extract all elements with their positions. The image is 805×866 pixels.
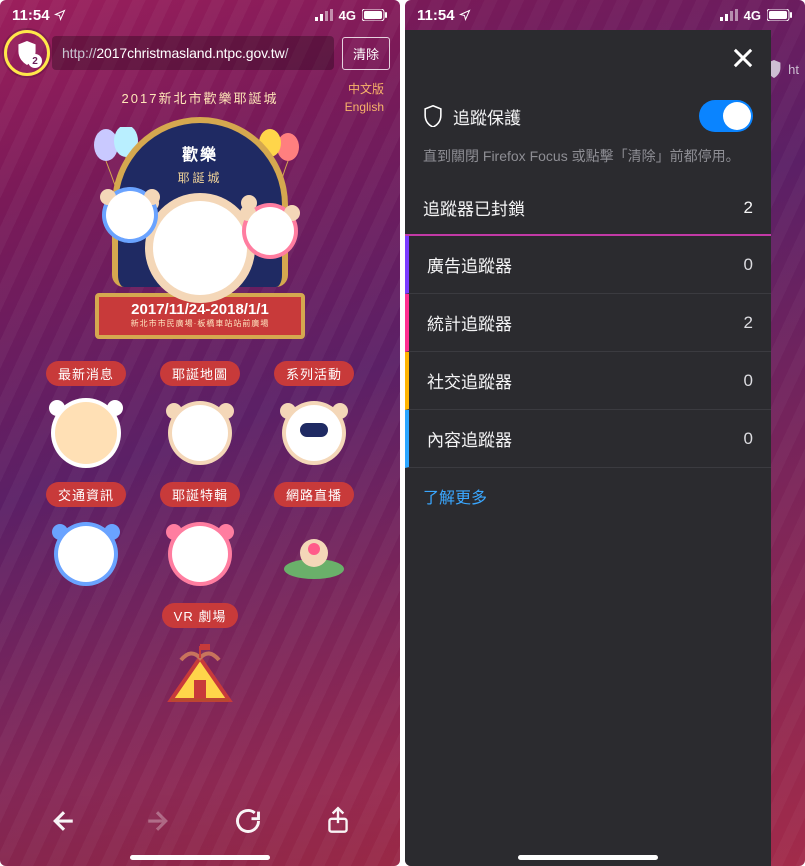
tracker-label: 內容追蹤器 xyxy=(427,426,512,451)
shield-icon xyxy=(423,105,443,127)
status-network: 4G xyxy=(339,8,356,23)
tracker-row[interactable]: 內容追蹤器 0 xyxy=(405,410,771,468)
menu-label: 系列活動 xyxy=(274,361,354,386)
tent-icon xyxy=(161,640,239,710)
share-button[interactable] xyxy=(325,806,351,841)
location-icon xyxy=(54,9,66,21)
date-range: 2017/11/24-2018/1/1 xyxy=(99,301,301,318)
home-indicator[interactable] xyxy=(518,855,658,860)
protection-note: 直到關閉 Firefox Focus 或點擊「清除」前都停用。 xyxy=(405,146,771,181)
learn-more-link[interactable]: 了解更多 xyxy=(405,468,771,524)
menu-item-vr[interactable]: VR 劇場 xyxy=(161,603,239,714)
location-icon xyxy=(459,9,471,21)
tracking-protection-sheet: 追蹤保護 直到關閉 Firefox Focus 或點擊「清除」前都停用。 追蹤器… xyxy=(405,30,771,866)
url-bar-peek: ht xyxy=(766,60,799,78)
shield-count-badge: 2 xyxy=(28,54,42,68)
tracker-label: 社交追蹤器 xyxy=(427,368,512,393)
url-field[interactable]: http://2017christmasland.ntpc.gov.tw/ xyxy=(52,36,334,70)
menu-label: 交通資訊 xyxy=(46,482,126,507)
status-network: 4G xyxy=(744,8,761,23)
protection-toggle[interactable] xyxy=(699,100,753,132)
tracker-count: 0 xyxy=(744,371,753,391)
venue: 新北市市民廣場·板橋車站站前廣場 xyxy=(99,318,301,329)
status-bar: 11:54 4G xyxy=(0,0,400,30)
battery-icon xyxy=(767,9,793,21)
close-icon xyxy=(729,44,757,72)
tracker-row[interactable]: 統計追蹤器 2 xyxy=(405,294,771,352)
reload-icon xyxy=(234,807,262,835)
menu-item-transport[interactable]: 交通資訊 xyxy=(34,482,138,593)
poster-title: 歡樂 xyxy=(182,141,218,165)
lang-en[interactable]: English xyxy=(345,98,384,116)
swing-bear xyxy=(242,203,298,259)
tracker-count: 2 xyxy=(744,313,753,333)
menu-label: 耶誕地圖 xyxy=(160,361,240,386)
swing-bear xyxy=(102,187,158,243)
bottom-toolbar xyxy=(0,780,400,866)
status-bar: 11:54 4G xyxy=(405,0,805,30)
site-title: 2017新北市歡樂耶誕城 xyxy=(8,88,392,107)
menu-item-news[interactable]: 最新消息 xyxy=(34,361,138,472)
tracker-row[interactable]: 廣告追蹤器 0 xyxy=(405,236,771,294)
blocked-summary-row: 追蹤器已封鎖 2 xyxy=(405,181,771,234)
share-icon xyxy=(325,806,351,836)
tracker-row[interactable]: 社交追蹤器 0 xyxy=(405,352,771,410)
tracker-count: 0 xyxy=(744,429,753,449)
tracker-label: 廣告追蹤器 xyxy=(427,252,512,277)
protection-title: 追蹤保護 xyxy=(453,104,521,129)
status-time: 11:54 xyxy=(12,7,50,24)
back-button[interactable] xyxy=(49,806,79,841)
menu-label: 最新消息 xyxy=(46,361,126,386)
menu-item-live[interactable]: 網路直播 xyxy=(262,482,366,593)
forward-button[interactable] xyxy=(142,806,172,841)
menu-label: 網路直播 xyxy=(274,482,354,507)
tracker-list: 廣告追蹤器 0 統計追蹤器 2 社交追蹤器 0 內容追蹤器 0 xyxy=(405,236,771,468)
menu-label: VR 劇場 xyxy=(162,603,239,628)
close-button[interactable] xyxy=(729,44,757,72)
signal-icon xyxy=(720,9,738,21)
tracker-label: 統計追蹤器 xyxy=(427,310,512,335)
reload-button[interactable] xyxy=(234,807,262,840)
home-indicator[interactable] xyxy=(130,855,270,860)
url-peek-text: ht xyxy=(788,62,799,77)
language-switch[interactable]: 中文版 English xyxy=(345,80,384,116)
menu-item-special[interactable]: 耶誕特輯 xyxy=(148,482,252,593)
left-phone: 11:54 4G 2 http://2017christmasland.ntpc… xyxy=(0,0,400,866)
protection-toggle-row: 追蹤保護 xyxy=(405,86,771,146)
url-bar: 2 http://2017christmasland.ntpc.gov.tw/ … xyxy=(0,30,400,80)
arrow-left-icon xyxy=(49,806,79,836)
arrow-right-icon xyxy=(142,806,172,836)
lang-zh[interactable]: 中文版 xyxy=(345,80,384,98)
url-path: / xyxy=(285,45,289,61)
tracker-count: 0 xyxy=(744,255,753,275)
status-time: 11:54 xyxy=(417,7,455,24)
menu-grid: 最新消息 耶誕地圖 系列活動 交通資訊 耶誕特輯 網路直播 VR 劇場 xyxy=(0,361,400,714)
poster-subtitle: 耶誕城 xyxy=(177,169,222,186)
right-phone: 11:54 4G ht 追蹤保護 直到關閉 Firefox Focus 或點擊「… xyxy=(405,0,805,866)
url-host: 2017christmasland.ntpc.gov.tw xyxy=(96,45,284,61)
battery-icon xyxy=(362,9,388,21)
blocked-count: 2 xyxy=(744,198,753,218)
blocked-label: 追蹤器已封鎖 xyxy=(423,195,525,220)
signal-icon xyxy=(315,9,333,21)
menu-item-map[interactable]: 耶誕地圖 xyxy=(148,361,252,472)
tracking-shield-button[interactable]: 2 xyxy=(10,36,44,70)
menu-item-events[interactable]: 系列活動 xyxy=(262,361,366,472)
menu-label: 耶誕特輯 xyxy=(160,482,240,507)
clear-button[interactable]: 清除 xyxy=(342,37,390,70)
url-scheme: http:// xyxy=(62,45,96,61)
hero-section: 中文版 English 2017新北市歡樂耶誕城 歡樂 耶誕城 xyxy=(0,80,400,343)
